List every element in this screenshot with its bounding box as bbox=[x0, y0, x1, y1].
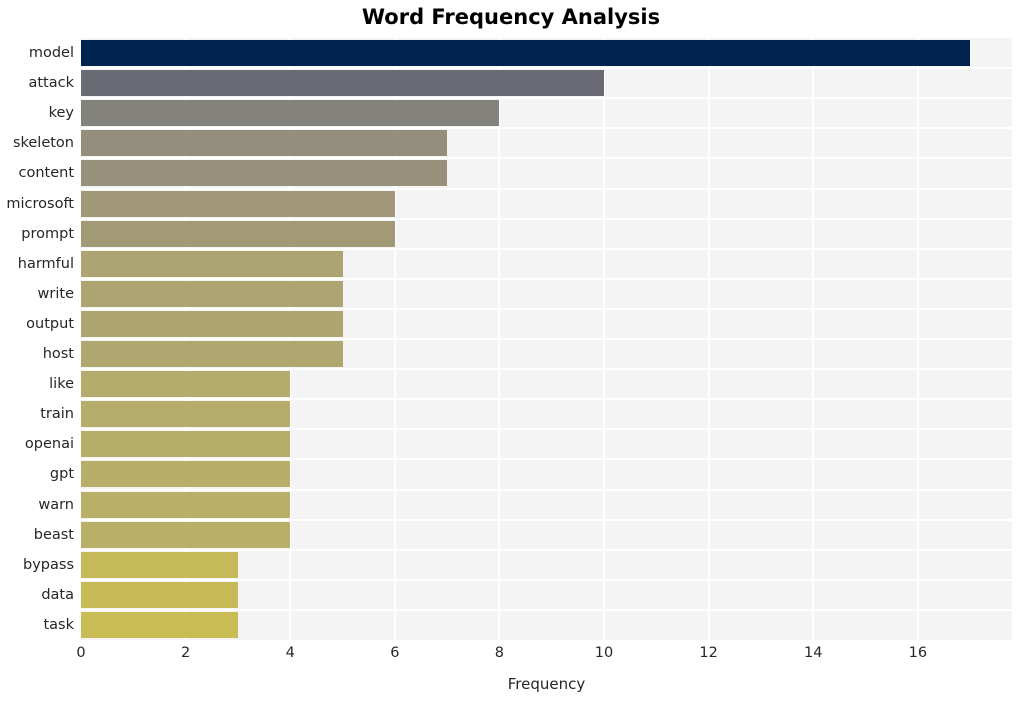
gridline-horizontal bbox=[81, 518, 1012, 521]
y-tick-label-openai: openai bbox=[24, 436, 74, 453]
y-tick-label-prompt: prompt bbox=[21, 225, 74, 242]
bar[interactable] bbox=[81, 70, 605, 97]
bar[interactable] bbox=[81, 160, 448, 187]
x-tick-label-4: 4 bbox=[285, 645, 295, 661]
y-tick-label-harmful: harmful bbox=[17, 255, 74, 272]
bar[interactable] bbox=[81, 401, 291, 428]
plot-area bbox=[81, 38, 1012, 640]
bar[interactable] bbox=[81, 40, 971, 67]
bar[interactable] bbox=[81, 551, 238, 578]
y-tick-label-attack: attack bbox=[28, 75, 74, 92]
chart-figure: Word Frequency Analysis model attack key sk… bbox=[0, 0, 1022, 701]
x-axis-title: Frequency bbox=[507, 675, 586, 693]
y-tick-label-key: key bbox=[48, 105, 74, 122]
bar[interactable] bbox=[81, 250, 343, 277]
y-axis-tick-labels: model attack key skeleton content microsoft pr… bbox=[0, 38, 74, 640]
x-tick-label-8: 8 bbox=[494, 645, 505, 661]
bar[interactable] bbox=[81, 310, 343, 337]
gridline-horizontal bbox=[81, 307, 1012, 310]
x-tick-label-6: 6 bbox=[390, 645, 400, 661]
y-tick-label-microsoft: microsoft bbox=[6, 195, 74, 212]
y-tick-label-beast: beast bbox=[33, 526, 74, 543]
gridline-horizontal bbox=[81, 247, 1012, 250]
bar[interactable] bbox=[81, 100, 500, 127]
y-tick-label-task: task bbox=[43, 616, 74, 633]
gridline-horizontal bbox=[81, 398, 1012, 401]
x-axis-tick-labels: 0 2 4 6 8 10 12 14 16 bbox=[0, 645, 1022, 669]
gridline-horizontal bbox=[81, 578, 1012, 581]
gridline-horizontal bbox=[81, 428, 1012, 431]
gridline-horizontal bbox=[81, 277, 1012, 280]
bar[interactable] bbox=[81, 521, 291, 548]
bar[interactable] bbox=[81, 581, 238, 608]
x-tick-label-2: 2 bbox=[180, 645, 191, 661]
y-tick-label-data: data bbox=[41, 586, 74, 603]
y-tick-label-gpt: gpt bbox=[49, 466, 74, 483]
bar[interactable] bbox=[81, 341, 343, 368]
chart-title: Word Frequency Analysis bbox=[361, 5, 661, 29]
x-tick-label-16: 16 bbox=[908, 645, 928, 661]
gridline-horizontal bbox=[81, 368, 1012, 371]
y-tick-label-train: train bbox=[40, 406, 74, 423]
x-tick-label-10: 10 bbox=[594, 645, 614, 661]
bar[interactable] bbox=[81, 190, 395, 217]
bar[interactable] bbox=[81, 461, 291, 488]
y-tick-label-content: content bbox=[18, 165, 74, 182]
y-tick-label-host: host bbox=[42, 346, 74, 363]
bar[interactable] bbox=[81, 431, 291, 458]
bar[interactable] bbox=[81, 220, 395, 247]
y-tick-label-like: like bbox=[49, 376, 74, 393]
gridline-horizontal bbox=[81, 548, 1012, 551]
bar[interactable] bbox=[81, 371, 291, 398]
gridline-horizontal bbox=[81, 608, 1012, 611]
gridline-horizontal bbox=[81, 67, 1012, 70]
bar[interactable] bbox=[81, 491, 291, 518]
bar[interactable] bbox=[81, 280, 343, 307]
y-tick-label-output: output bbox=[26, 315, 74, 332]
x-tick-label-14: 14 bbox=[804, 645, 823, 661]
gridline-horizontal bbox=[81, 338, 1012, 340]
gridline-horizontal bbox=[81, 97, 1012, 100]
bar[interactable] bbox=[81, 611, 238, 638]
gridline-horizontal bbox=[81, 488, 1012, 491]
x-tick-label-0: 0 bbox=[76, 645, 86, 661]
y-tick-label-skeleton: skeleton bbox=[12, 135, 74, 152]
y-tick-label-write: write bbox=[37, 285, 74, 302]
y-tick-label-model: model bbox=[28, 45, 74, 62]
gridline-horizontal bbox=[81, 127, 1012, 130]
gridline-horizontal bbox=[81, 217, 1012, 220]
gridline-horizontal bbox=[81, 157, 1012, 160]
gridline-horizontal bbox=[81, 187, 1012, 190]
y-tick-label-bypass: bypass bbox=[23, 556, 74, 573]
x-tick-label-12: 12 bbox=[699, 645, 718, 661]
y-tick-label-warn: warn bbox=[38, 496, 74, 513]
bar[interactable] bbox=[81, 130, 448, 157]
gridline-horizontal bbox=[81, 458, 1012, 461]
